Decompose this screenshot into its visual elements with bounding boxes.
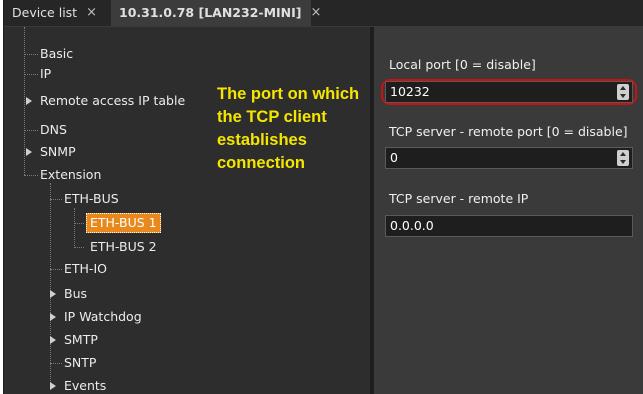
close-icon[interactable]: × xyxy=(86,0,97,26)
expand-arrow-icon[interactable] xyxy=(26,148,32,156)
tree-connector xyxy=(50,199,62,200)
expand-arrow-icon[interactable] xyxy=(50,382,56,390)
spin-arrows-icon[interactable] xyxy=(617,84,629,100)
tree-item-eth-io[interactable]: ETH-IO xyxy=(64,260,107,278)
expand-arrow-icon[interactable] xyxy=(26,97,32,105)
tree-connector xyxy=(24,130,38,131)
tree-connector xyxy=(74,247,84,248)
tree-connector xyxy=(24,74,38,75)
tree-item-eth-bus[interactable]: ETH-BUS xyxy=(64,190,119,208)
close-icon[interactable]: × xyxy=(311,0,322,26)
tree-connector xyxy=(74,208,75,248)
tab-device-list[interactable]: Device list × xyxy=(4,0,108,26)
tree-item-bus[interactable]: Bus xyxy=(64,285,87,303)
local-port-input[interactable]: 10232 xyxy=(385,81,633,103)
tree-item-extension[interactable]: Extension xyxy=(40,166,101,184)
tab-bar: Device list × 10.31.0.78 [LAN232-MINI] × xyxy=(4,0,643,27)
expand-arrow-icon[interactable] xyxy=(50,290,56,298)
tree-connector xyxy=(74,223,84,224)
settings-form: Local port [0 = disable] 10232 TCP serve… xyxy=(374,27,643,394)
remote-ip-input[interactable]: 0.0.0.0 xyxy=(385,215,633,237)
remote-ip-label: TCP server - remote IP xyxy=(389,191,529,206)
tree-item-snmp[interactable]: SNMP xyxy=(40,143,76,161)
tab-device[interactable]: 10.31.0.78 [LAN232-MINI] × xyxy=(111,0,321,26)
local-port-label: Local port [0 = disable] xyxy=(389,57,536,72)
expand-arrow-icon[interactable] xyxy=(50,336,56,344)
tree-item-events[interactable]: Events xyxy=(64,377,106,394)
annotation-text: The port on which the TCP client establi… xyxy=(217,85,360,172)
remote-ip-value: 0.0.0.0 xyxy=(390,218,434,233)
expand-arrow-icon[interactable] xyxy=(50,313,56,321)
tree-connector xyxy=(24,54,38,55)
remote-port-label: TCP server - remote port [0 = disable] xyxy=(389,124,628,139)
tree-item-smtp[interactable]: SMTP xyxy=(64,331,98,349)
tree-item-dns[interactable]: DNS xyxy=(40,121,67,139)
spin-arrows-icon[interactable] xyxy=(617,150,629,166)
tree-connector xyxy=(50,269,62,270)
remote-port-input[interactable]: 0 xyxy=(385,147,633,169)
tree-item-eth-bus-2[interactable]: ETH-BUS 2 xyxy=(90,238,157,256)
tree-item-ip-watchdog[interactable]: IP Watchdog xyxy=(64,308,142,326)
tree-item-eth-bus-1[interactable]: ETH-BUS 1 xyxy=(86,213,161,233)
tree-connector xyxy=(24,175,38,176)
tree-connector xyxy=(50,183,51,383)
tree-item-ip[interactable]: IP xyxy=(40,65,51,83)
tree-connector xyxy=(24,27,25,175)
tab-device-list-label: Device list xyxy=(12,5,78,20)
settings-tree: Basic IP Remote access IP table DNS SNMP… xyxy=(4,27,370,394)
tree-item-remote-access[interactable]: Remote access IP table xyxy=(40,92,185,110)
tree-connector xyxy=(50,363,62,364)
tree-item-basic[interactable]: Basic xyxy=(40,45,73,63)
tab-device-label: 10.31.0.78 [LAN232-MINI] xyxy=(119,5,302,20)
tree-item-sntp[interactable]: SNTP xyxy=(64,354,96,372)
app-window: Device list × 10.31.0.78 [LAN232-MINI] ×… xyxy=(3,0,643,394)
local-port-value: 10232 xyxy=(390,84,430,99)
remote-port-value: 0 xyxy=(390,150,398,165)
